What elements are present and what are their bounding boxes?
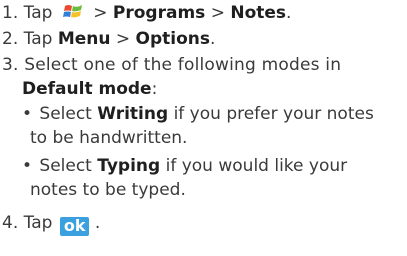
bullet-2-cont: notes to be typed. <box>30 180 186 200</box>
step-2-separator: > <box>115 29 131 49</box>
ok-button: ok <box>59 217 90 236</box>
step-1-separator-1: > <box>93 3 108 23</box>
step-3: 3. Select one of the following modes in <box>2 54 341 76</box>
step-1-end: . <box>286 3 292 23</box>
step-3-continued: Default mode: <box>22 78 157 100</box>
step-2-end: . <box>210 29 216 49</box>
bullet-2-post: if you would like your <box>165 156 348 176</box>
bullet-1-cont: to be handwritten. <box>30 128 188 148</box>
bullet-marker: • <box>22 104 33 124</box>
bullet-typing: • Select Typing if you would like your <box>22 155 347 177</box>
bullet-2-pre: Select <box>39 156 92 176</box>
step-4-end: . <box>94 213 101 233</box>
step-4-number: 4. <box>2 213 19 233</box>
programs-label: Programs <box>112 3 206 23</box>
step-2-number: 2. <box>2 29 19 49</box>
options-label: Options <box>135 29 211 49</box>
step-2-tap: Tap <box>23 29 53 49</box>
bullet-1-post: if you prefer your notes <box>173 104 374 124</box>
bullet-1-pre: Select <box>39 104 92 124</box>
default-mode-label: Default mode <box>22 79 152 99</box>
windows-start-icon <box>62 5 82 18</box>
step-1: 1. Tap > Programs > Notes. <box>2 2 291 24</box>
step-3-colon: : <box>151 79 158 99</box>
bullet-writing-continued: to be handwritten. <box>30 127 187 149</box>
step-2: 2. Tap Menu > Options. <box>2 28 215 50</box>
bullet-typing-continued: notes to be typed. <box>30 179 186 201</box>
bullet-marker: • <box>22 156 33 176</box>
typing-label: Typing <box>97 156 161 176</box>
bullet-writing: • Select Writing if you prefer your note… <box>22 103 374 125</box>
writing-label: Writing <box>97 104 169 124</box>
step-4-tap: Tap <box>23 213 53 233</box>
step-4: 4. Tap ok . <box>2 212 101 236</box>
step-3-text: 3. Select one of the following modes in <box>2 55 342 75</box>
step-1-tap: Tap <box>23 3 53 23</box>
menu-label: Menu <box>57 29 111 49</box>
instructions-page: 1. Tap > Programs > Notes. 2. Tap Menu >… <box>0 0 407 256</box>
step-1-number: 1. <box>2 3 19 23</box>
step-1-separator-2: > <box>210 3 225 23</box>
notes-label: Notes <box>230 3 287 23</box>
